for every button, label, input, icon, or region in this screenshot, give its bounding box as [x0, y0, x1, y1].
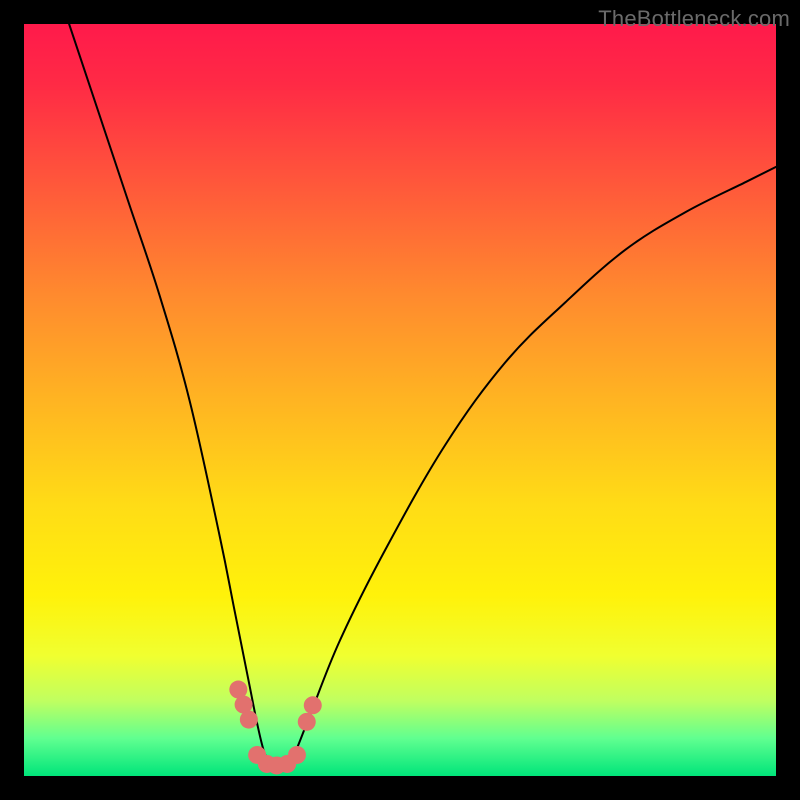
highlight-dot	[240, 711, 258, 729]
highlight-dot	[288, 746, 306, 764]
chart-svg	[24, 24, 776, 776]
highlight-dots	[229, 681, 321, 775]
chart-plot-area	[24, 24, 776, 776]
highlight-dot	[304, 696, 322, 714]
watermark-text: TheBottleneck.com	[598, 6, 790, 32]
bottleneck-curve	[69, 24, 776, 768]
chart-frame: TheBottleneck.com	[0, 0, 800, 800]
highlight-dot	[298, 713, 316, 731]
